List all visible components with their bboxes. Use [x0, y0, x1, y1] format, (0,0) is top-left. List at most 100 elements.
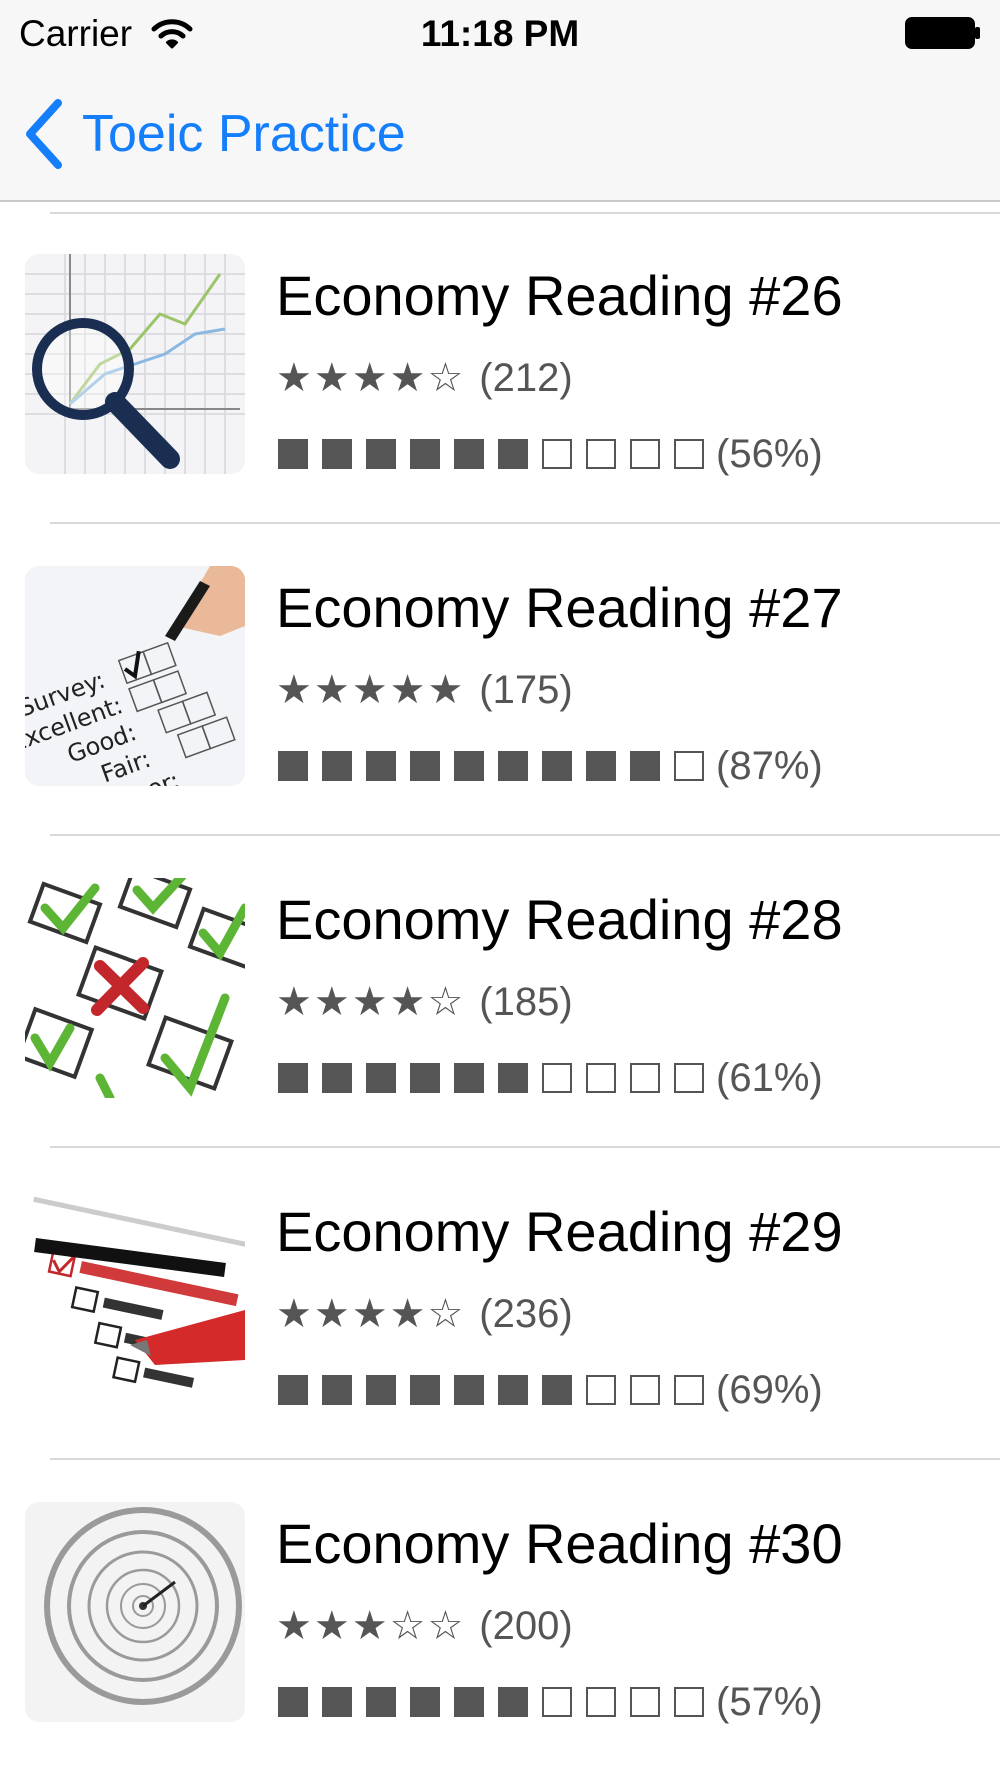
- progress-segment-empty: [674, 439, 704, 469]
- progress-segment-empty: [630, 1063, 660, 1093]
- rating: ★★★★☆ (212): [276, 352, 573, 404]
- rating-count: (175): [479, 668, 573, 712]
- progress-segment-filled: [542, 1375, 572, 1405]
- progress-segment-filled: [322, 1687, 352, 1717]
- progress-segment-filled: [542, 751, 572, 781]
- progress-segment-filled: [278, 751, 308, 781]
- navigation-bar: Toeic Practice: [0, 66, 1000, 202]
- list-item[interactable]: Economy Reading #28 ★★★★☆ (185) (61%): [0, 836, 1000, 1148]
- survey-form-icon: Survey: Excellent: Good: Fair: Poor:: [25, 566, 245, 786]
- progress-segment-filled: [278, 439, 308, 469]
- progress-segment-filled: [366, 751, 396, 781]
- rating: ★★★☆☆ (200): [276, 1600, 573, 1652]
- progress: (87%): [278, 742, 823, 790]
- rating: ★★★★☆ (185): [276, 976, 573, 1028]
- progress-segment-filled: [366, 1375, 396, 1405]
- item-title: Economy Reading #29: [276, 1200, 843, 1263]
- star-rating-icon: ★★★★★: [276, 667, 466, 713]
- rating: ★★★★☆ (236): [276, 1288, 573, 1340]
- spiral-clock-icon: [25, 1502, 245, 1722]
- progress-segment-filled: [278, 1687, 308, 1717]
- progress-bar: [278, 1375, 718, 1405]
- progress-segment-filled: [454, 1375, 484, 1405]
- list-item[interactable]: Economy Reading #26 ★★★★☆ (212) (56%): [0, 212, 1000, 524]
- progress-segment-filled: [454, 751, 484, 781]
- progress-percent: (87%): [716, 744, 823, 788]
- progress-percent: (69%): [716, 1368, 823, 1412]
- progress-percent: (57%): [716, 1680, 823, 1724]
- progress-segment-filled: [278, 1375, 308, 1405]
- progress-segment-filled: [498, 1063, 528, 1093]
- progress-segment-filled: [366, 1687, 396, 1717]
- progress-segment-filled: [454, 1687, 484, 1717]
- progress-segment-filled: [410, 1063, 440, 1093]
- list-item[interactable]: Economy Reading #29 ★★★★☆ (236) (69%): [0, 1148, 1000, 1460]
- progress-segment-filled: [498, 751, 528, 781]
- progress-segment-filled: [586, 751, 616, 781]
- progress-segment-empty: [542, 1687, 572, 1717]
- star-rating-icon: ★★★★☆: [276, 355, 466, 401]
- item-title: Economy Reading #28: [276, 888, 843, 951]
- progress-segment-filled: [322, 751, 352, 781]
- progress-segment-empty: [674, 1063, 704, 1093]
- item-title: Economy Reading #26: [276, 264, 843, 327]
- progress-bar: [278, 1687, 718, 1717]
- progress-segment-empty: [674, 1687, 704, 1717]
- list-item[interactable]: Economy Reading #30 ★★★☆☆ (200) (57%): [0, 1460, 1000, 1772]
- star-rating-icon: ★★★★☆: [276, 1291, 466, 1337]
- progress-segment-filled: [454, 1063, 484, 1093]
- progress-segment-empty: [674, 1375, 704, 1405]
- progress-segment-filled: [410, 1375, 440, 1405]
- progress-percent: (61%): [716, 1056, 823, 1100]
- back-button-label: Toeic Practice: [82, 105, 406, 163]
- progress-segment-filled: [410, 439, 440, 469]
- star-rating-icon: ★★★☆☆: [276, 1603, 466, 1649]
- progress-segment-filled: [366, 439, 396, 469]
- progress-segment-filled: [454, 439, 484, 469]
- star-rating-icon: ★★★★☆: [276, 979, 466, 1025]
- rating-count: (185): [479, 980, 573, 1024]
- rating-count: (200): [479, 1604, 573, 1648]
- progress-segment-filled: [278, 1063, 308, 1093]
- progress-segment-filled: [322, 439, 352, 469]
- list-item[interactable]: Survey: Excellent: Good: Fair: Poor:: [0, 524, 1000, 836]
- progress-segment-empty: [542, 1063, 572, 1093]
- progress-segment-empty: [586, 1375, 616, 1405]
- progress-segment-filled: [630, 751, 660, 781]
- progress: (61%): [278, 1054, 823, 1102]
- progress-segment-filled: [366, 1063, 396, 1093]
- status-bar: Carrier 11:18 PM: [0, 0, 1000, 66]
- progress-percent: (56%): [716, 432, 823, 476]
- progress-segment-empty: [586, 1063, 616, 1093]
- evaluation-form-icon: [25, 1190, 245, 1410]
- rating-count: (212): [479, 356, 573, 400]
- rating: ★★★★★ (175): [276, 664, 573, 716]
- progress-segment-filled: [498, 1375, 528, 1405]
- progress-bar: [278, 1063, 718, 1093]
- chevron-left-icon: [26, 99, 62, 169]
- item-title: Economy Reading #30: [276, 1512, 843, 1575]
- progress-segment-empty: [630, 439, 660, 469]
- progress-segment-empty: [542, 439, 572, 469]
- progress-segment-filled: [498, 439, 528, 469]
- magnifier-chart-icon: [25, 254, 245, 474]
- progress: (57%): [278, 1678, 823, 1726]
- checkmarks-icon: [25, 878, 245, 1098]
- progress-segment-empty: [586, 439, 616, 469]
- back-button[interactable]: Toeic Practice: [22, 98, 406, 170]
- progress-segment-filled: [322, 1063, 352, 1093]
- progress-bar: [278, 439, 718, 469]
- clock-time: 11:18 PM: [420, 13, 580, 54]
- battery-full-icon: [905, 17, 980, 49]
- rating-count: (236): [479, 1292, 573, 1336]
- progress-segment-filled: [410, 1687, 440, 1717]
- progress-segment-filled: [498, 1687, 528, 1717]
- progress-segment-empty: [674, 751, 704, 781]
- progress-segment-empty: [630, 1687, 660, 1717]
- progress-bar: [278, 751, 718, 781]
- progress-segment-filled: [322, 1375, 352, 1405]
- progress-segment-empty: [630, 1375, 660, 1405]
- progress: (56%): [278, 430, 823, 478]
- item-title: Economy Reading #27: [276, 576, 843, 639]
- progress-segment-filled: [410, 751, 440, 781]
